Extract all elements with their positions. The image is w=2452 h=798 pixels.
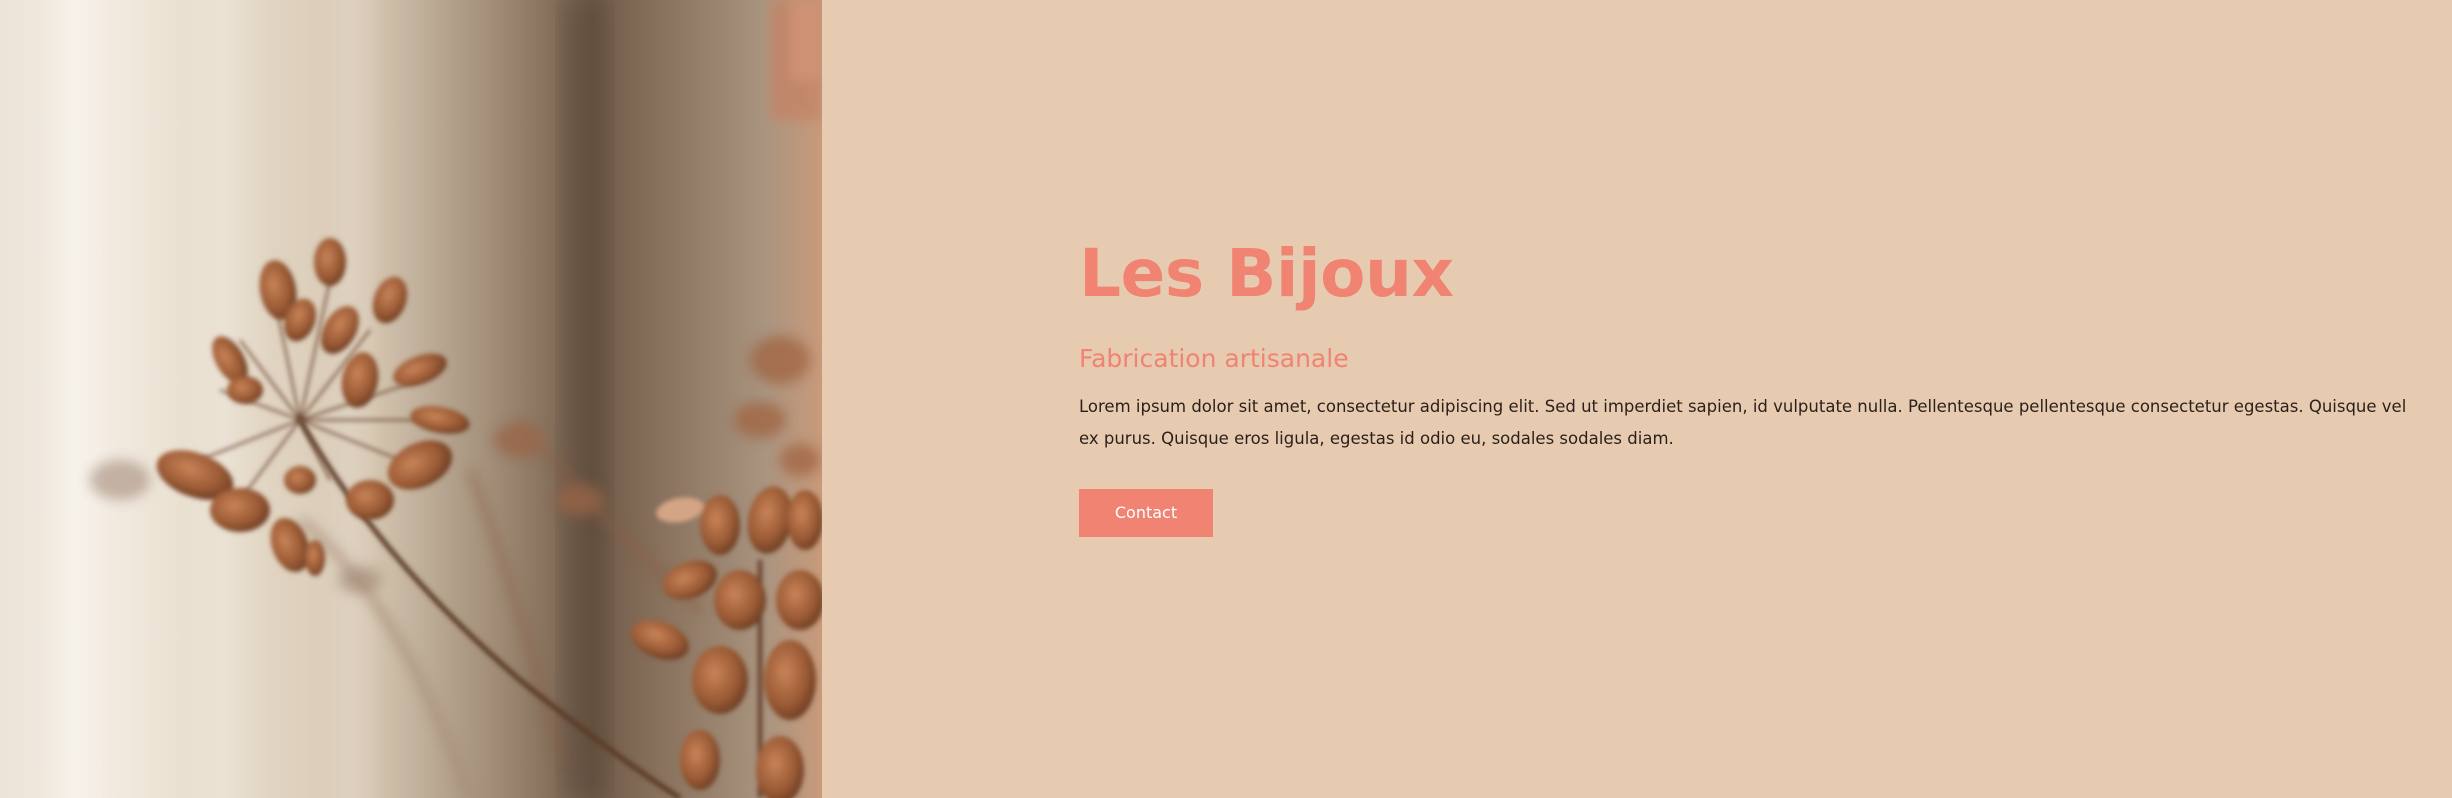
contact-button[interactable]: Contact <box>1079 489 1213 537</box>
dried-flowers-photo <box>0 0 822 798</box>
hero-subtitle: Fabrication artisanale <box>1079 344 1349 373</box>
hero-text-block: Les Bijoux Fabrication artisanale Lorem … <box>1079 232 2439 537</box>
hero-content: Les Bijoux Fabrication artisanale Lorem … <box>822 0 2452 798</box>
hero-body-text: Lorem ipsum dolor sit amet, consectetur … <box>1079 397 2407 448</box>
hero-title: Les Bijoux <box>1079 235 1454 312</box>
hero-image <box>0 0 822 798</box>
hero-section: Les Bijoux Fabrication artisanale Lorem … <box>0 0 2452 798</box>
